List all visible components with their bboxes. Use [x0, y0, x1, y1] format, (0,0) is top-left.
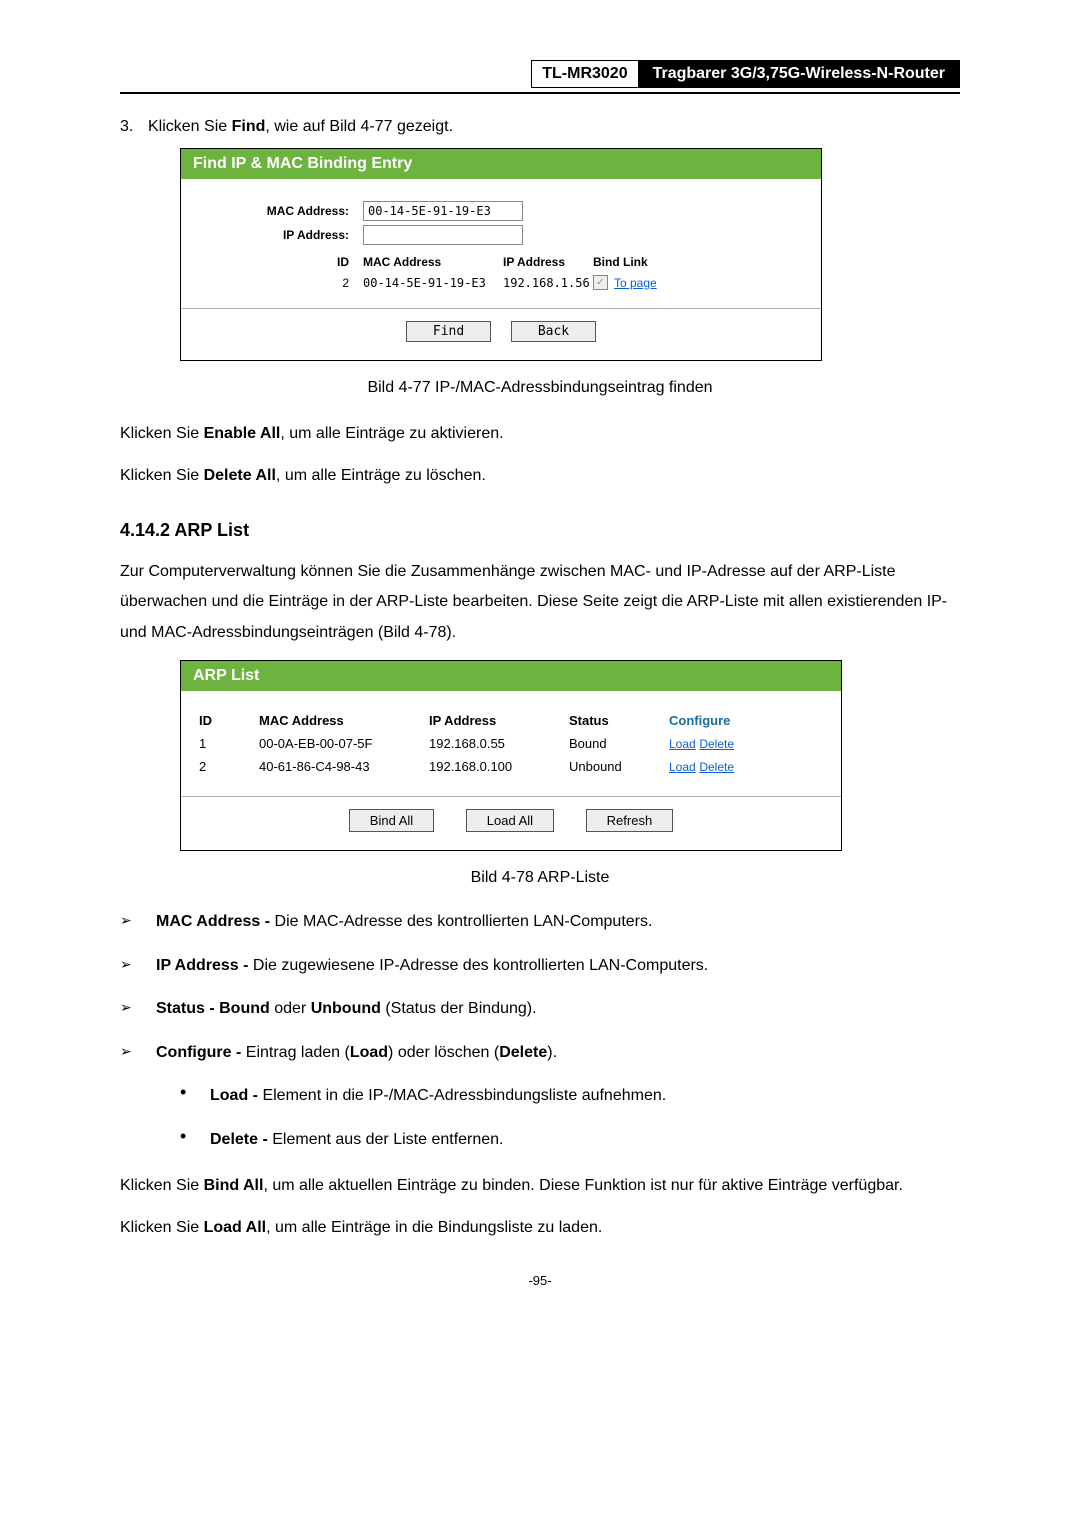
- header-desc: Tragbarer 3G/3,75G-Wireless-N-Router: [638, 60, 960, 88]
- table-row: 1 00-0A-EB-00-07-5F 192.168.0.55 Bound L…: [199, 732, 823, 755]
- list-item: ➢ MAC Address - Die MAC-Adresse des kont…: [120, 909, 960, 935]
- mac-address-input[interactable]: [363, 201, 523, 221]
- bullet-icon: •: [180, 1127, 210, 1153]
- list-item: ➢ Configure - Eintrag laden (Load) oder …: [120, 1040, 960, 1066]
- delete-all-text: Klicken Sie Delete All, um alle Einträge…: [120, 461, 960, 491]
- step-3: 3. Klicken Sie Find, wie auf Bild 4-77 g…: [120, 118, 960, 136]
- page-header: TL-MR3020 Tragbarer 3G/3,75G-Wireless-N-…: [120, 60, 960, 88]
- bind-all-text: Klicken Sie Bind All, um alle aktuellen …: [120, 1171, 960, 1201]
- list-item: • Load - Element in die IP-/MAC-Adressbi…: [180, 1083, 960, 1109]
- arrow-icon: ➢: [120, 953, 156, 979]
- back-button[interactable]: Back: [511, 321, 596, 342]
- bind-checkbox[interactable]: ✓: [593, 275, 608, 290]
- ip-address-input[interactable]: [363, 225, 523, 245]
- table-row: 2 40-61-86-C4-98-43 192.168.0.100 Unboun…: [199, 755, 823, 778]
- definition-list: ➢ MAC Address - Die MAC-Adresse des kont…: [120, 909, 960, 1153]
- mac-address-label: MAC Address:: [199, 204, 363, 218]
- arp-intro: Zur Computerverwaltung können Sie die Zu…: [120, 557, 960, 648]
- caption-4-77: Bild 4-77 IP-/MAC-Adressbindungseintrag …: [120, 379, 960, 397]
- arp-list-panel: ARP List ID MAC Address IP Address Statu…: [180, 660, 842, 851]
- to-page-link[interactable]: To page: [614, 276, 657, 290]
- list-item: ➢ IP Address - Die zugewiesene IP-Adress…: [120, 953, 960, 979]
- header-model: TL-MR3020: [531, 60, 637, 88]
- load-all-text: Klicken Sie Load All, um alle Einträge i…: [120, 1213, 960, 1243]
- panel-title: ARP List: [181, 661, 841, 691]
- load-all-button[interactable]: Load All: [466, 809, 554, 832]
- delete-link[interactable]: Delete: [699, 737, 734, 751]
- load-link[interactable]: Load: [669, 760, 696, 774]
- arp-header: ID MAC Address IP Address Status Configu…: [199, 709, 823, 732]
- arrow-icon: ➢: [120, 996, 156, 1022]
- page-number: -95-: [120, 1273, 960, 1288]
- find-button[interactable]: Find: [406, 321, 491, 342]
- list-item: • Delete - Element aus der Liste entfern…: [180, 1127, 960, 1153]
- list-item: ➢ Status - Bound oder Unbound (Status de…: [120, 996, 960, 1022]
- result-row: 2 00-14-5E-91-19-E3 192.168.1.56 ✓ To pa…: [199, 275, 803, 290]
- refresh-button[interactable]: Refresh: [586, 809, 674, 832]
- bullet-icon: •: [180, 1083, 210, 1109]
- header-rule: [120, 92, 960, 94]
- panel-title: Find IP & MAC Binding Entry: [181, 149, 821, 179]
- bind-all-button[interactable]: Bind All: [349, 809, 434, 832]
- step-text: Klicken Sie Find, wie auf Bild 4-77 geze…: [148, 118, 453, 136]
- arrow-icon: ➢: [120, 1040, 156, 1066]
- section-heading: 4.14.2 ARP List: [120, 520, 960, 541]
- arrow-icon: ➢: [120, 909, 156, 935]
- panel-separator: [181, 308, 821, 309]
- step-number: 3.: [120, 118, 148, 136]
- caption-4-78: Bild 4-78 ARP-Liste: [120, 869, 960, 887]
- load-link[interactable]: Load: [669, 737, 696, 751]
- ip-address-label: IP Address:: [199, 228, 363, 242]
- panel-separator: [181, 796, 841, 797]
- find-binding-panel: Find IP & MAC Binding Entry MAC Address:…: [180, 148, 822, 361]
- enable-all-text: Klicken Sie Enable All, um alle Einträge…: [120, 419, 960, 449]
- result-header: ID MAC Address IP Address Bind Link: [199, 255, 803, 269]
- delete-link[interactable]: Delete: [699, 760, 734, 774]
